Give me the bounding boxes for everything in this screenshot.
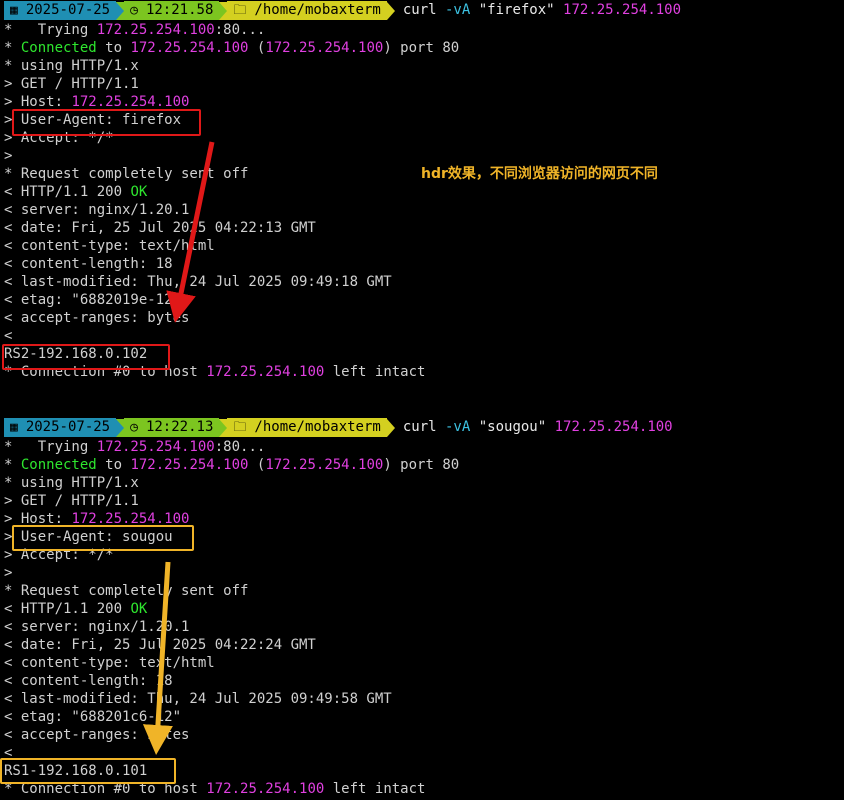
annotation-note: hdr效果，不同浏览器访问的网页不同: [421, 166, 658, 182]
annotation-arrows: [142, 141, 215, 755]
red-arrow: [166, 141, 215, 323]
yellow-arrow: [142, 561, 173, 755]
